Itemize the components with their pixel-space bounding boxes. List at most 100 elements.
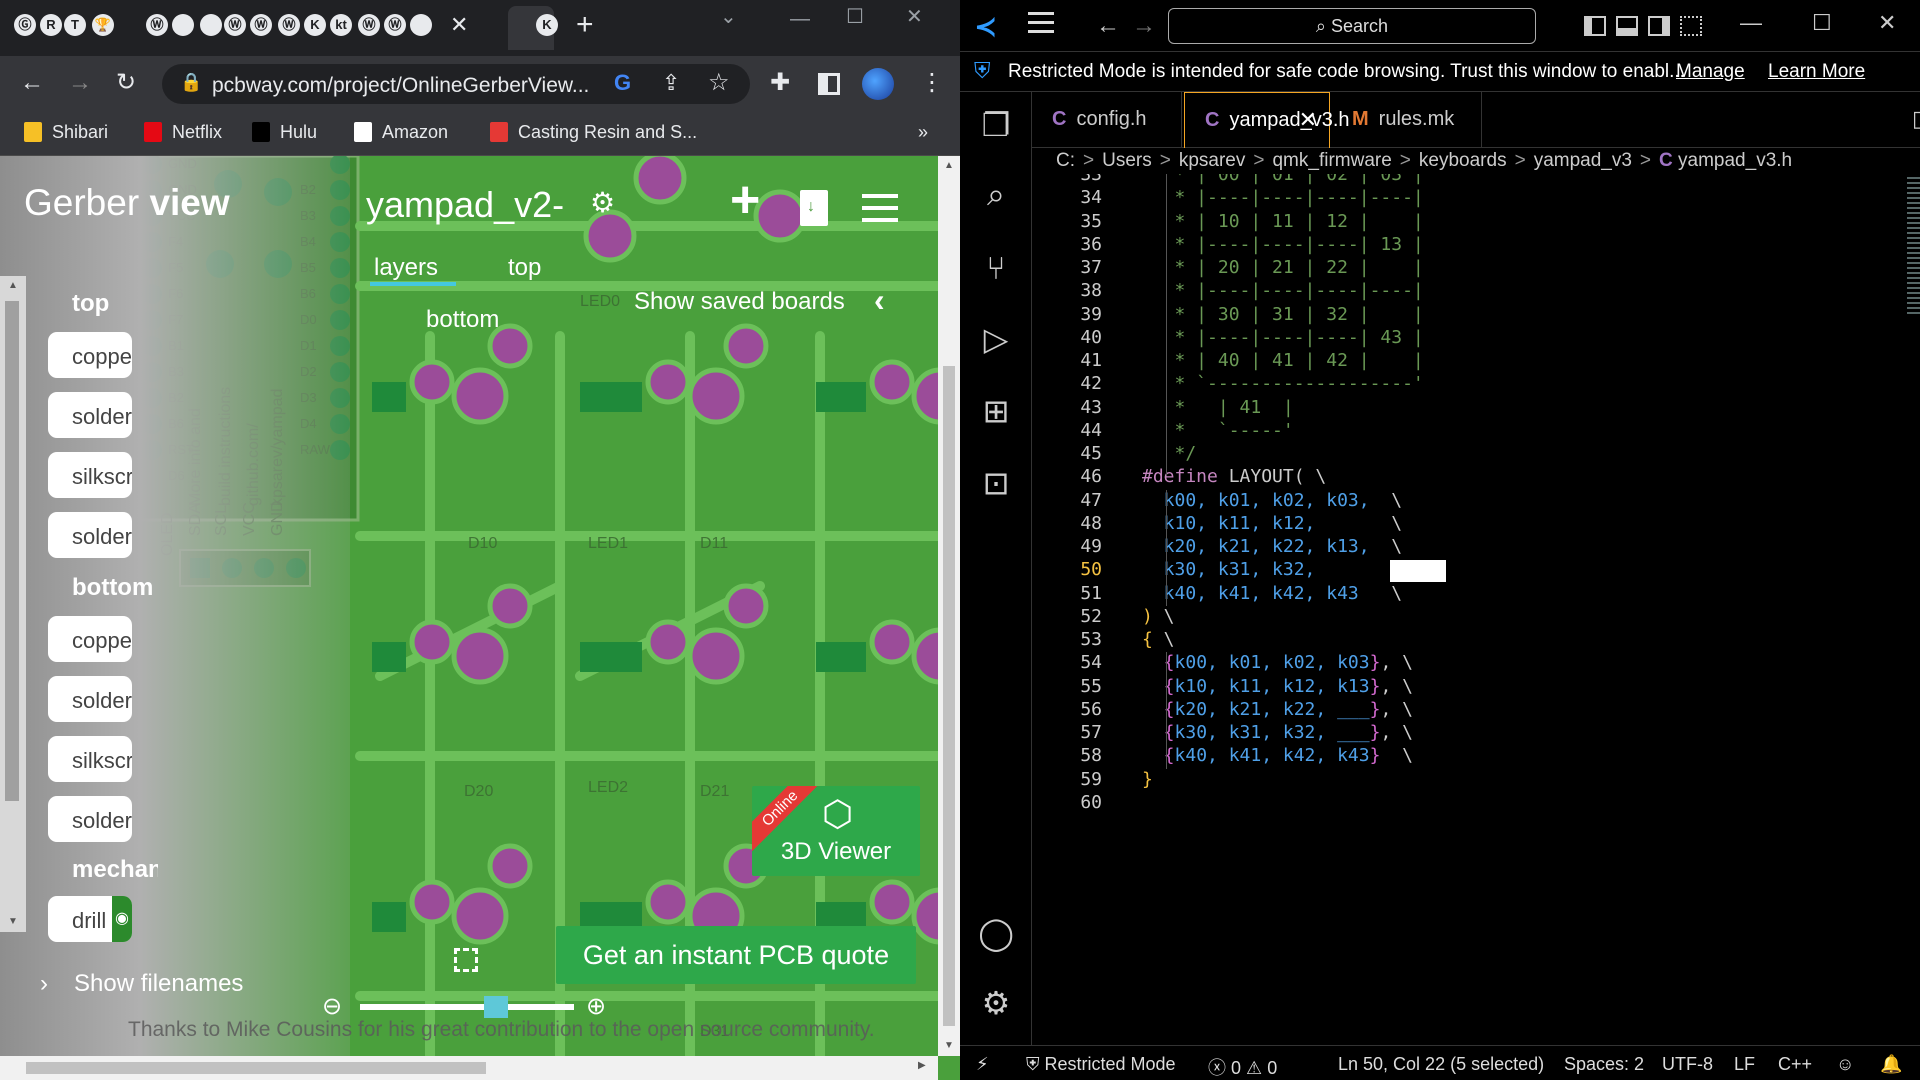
source-control-icon[interactable]: ⑂ xyxy=(978,250,1014,287)
cursor-position-status[interactable]: Ln 50, Col 22 (5 selected) xyxy=(1338,1054,1544,1075)
scroll-down-icon[interactable]: ▼ xyxy=(944,1040,954,1051)
zoom-out-icon[interactable]: ⊖ xyxy=(322,992,342,1021)
bookmark-item[interactable]: Casting Resin and S... xyxy=(490,122,697,143)
explorer-icon[interactable]: ❐ xyxy=(978,106,1014,144)
code-editor[interactable]: 33 34 35 36 37 38 39 40 41 42 43 44 45 46 47 48 49 50 51 52… xyxy=(1032,174,1920,1045)
browser-tab[interactable]: Ⓖ xyxy=(14,14,36,36)
address-bar[interactable]: 🔒 pcbway.com/project/OnlineGerberView...… xyxy=(162,64,750,104)
feedback-icon[interactable]: ☺ xyxy=(1836,1054,1854,1075)
lock-icon[interactable]: 🔒 xyxy=(180,72,202,93)
code-line[interactable]: * |----|----|----| 43 | xyxy=(1142,327,1424,348)
code-line[interactable]: {k20, k21, k22, ___}, \ xyxy=(1142,699,1413,720)
url-text[interactable]: pcbway.com/project/OnlineGerberView... xyxy=(212,74,589,98)
zoom-in-icon[interactable]: ⊕ xyxy=(586,992,606,1021)
browser-tab[interactable]: R xyxy=(40,14,62,36)
minimize-icon[interactable]: — xyxy=(790,8,810,31)
layer-button-bottom[interactable]: soldermask xyxy=(48,676,132,722)
indentation-status[interactable]: Spaces: 2 xyxy=(1564,1054,1644,1075)
go-back-icon[interactable]: ← xyxy=(1096,12,1120,40)
remote-indicator-icon[interactable]: ⚡ xyxy=(976,1054,989,1075)
browser-tab[interactable]: Ⓦ xyxy=(384,14,406,36)
scroll-right-icon[interactable]: ▶ xyxy=(918,1060,926,1071)
tab-bottom[interactable]: bottom xyxy=(426,306,499,334)
account-icon[interactable]: ◯ xyxy=(978,914,1014,952)
forward-arrow-icon[interactable]: → xyxy=(68,68,92,98)
side-panel-icon[interactable] xyxy=(818,73,840,95)
split-editor-icon[interactable]: ◫ xyxy=(1912,106,1920,132)
language-mode-status[interactable]: C++ xyxy=(1778,1054,1812,1075)
scroll-up-icon[interactable]: ▲ xyxy=(944,160,954,171)
hamburger-menu-icon[interactable] xyxy=(1028,12,1054,39)
code-line[interactable]: * | 30 | 31 | 32 | | xyxy=(1142,304,1424,325)
code-line[interactable]: * | 41 | xyxy=(1142,397,1294,418)
reload-icon[interactable]: ↻ xyxy=(116,68,136,98)
layer-button-top[interactable]: silkscreen xyxy=(48,452,132,498)
zoom-slider[interactable] xyxy=(360,1004,574,1010)
close-window-icon[interactable]: ✕ xyxy=(1878,10,1896,36)
browser-tab[interactable]: 🏆 xyxy=(92,14,114,36)
editor-tab[interactable]: Cconfig.h xyxy=(1032,92,1182,148)
search-icon[interactable]: ⌕ xyxy=(978,176,1014,214)
encoding-status[interactable]: UTF-8 xyxy=(1662,1054,1713,1075)
code-line[interactable]: {k40, k41, k42, k43} \ xyxy=(1142,745,1413,766)
code-line[interactable]: ) \ xyxy=(1142,606,1175,627)
breadcrumb-item[interactable]: yampad_v3.h xyxy=(1678,150,1792,171)
breadcrumb-item[interactable]: qmk_firmware xyxy=(1272,150,1391,171)
fullscreen-icon[interactable] xyxy=(454,948,478,972)
notifications-bell-icon[interactable]: 🔔 xyxy=(1880,1054,1902,1075)
show-filenames-toggle[interactable]: › Show filenames xyxy=(40,970,243,998)
close-tab-icon[interactable]: ✕ xyxy=(450,12,468,38)
google-lens-icon[interactable]: G xyxy=(614,70,631,96)
code-line[interactable]: #define LAYOUT( \ xyxy=(1142,466,1326,487)
bookmark-item[interactable]: Amazon xyxy=(354,122,448,143)
page-vertical-scrollbar[interactable]: ▲ ▼ xyxy=(938,156,960,1056)
layer-button-drill[interactable]: drill ◉ xyxy=(48,896,132,942)
code-line[interactable]: k20, k21, k22, k13, \ xyxy=(1142,536,1402,557)
extensions-icon[interactable]: ⊞ xyxy=(978,392,1014,430)
code-line[interactable]: k30, k31, k32, \ xyxy=(1142,559,1402,580)
bookmarks-overflow-button[interactable]: » xyxy=(918,122,928,143)
breadcrumb-item[interactable]: keyboards xyxy=(1419,150,1507,171)
browser-tab[interactable]: Ⓦ xyxy=(358,14,380,36)
browser-tab[interactable] xyxy=(200,14,222,36)
breadcrumb-item[interactable]: yampad_v3 xyxy=(1534,150,1632,171)
code-line[interactable]: } xyxy=(1142,769,1153,790)
bookmark-item[interactable]: Netflix xyxy=(144,122,222,143)
manage-link[interactable]: Manage xyxy=(1676,61,1745,83)
browser-menu-icon[interactable]: ⋮ xyxy=(920,68,944,98)
browser-tab[interactable] xyxy=(172,14,194,36)
tab-layers[interactable]: layers xyxy=(374,254,438,282)
layer-button-top[interactable]: copper xyxy=(48,332,132,378)
close-window-icon[interactable]: ✕ xyxy=(906,4,923,29)
browser-tab[interactable]: kt xyxy=(330,14,352,36)
run-debug-icon[interactable]: ▷ xyxy=(978,320,1014,358)
3d-viewer-button[interactable]: Online ⬡ 3D Viewer xyxy=(752,786,920,876)
maximize-icon[interactable]: ☐ xyxy=(846,4,864,29)
maximize-icon[interactable]: ☐ xyxy=(1812,10,1832,36)
code-line[interactable]: k00, k01, k02, k03, \ xyxy=(1142,490,1402,511)
browser-tab[interactable]: Ⓦ xyxy=(224,14,246,36)
browser-tab[interactable]: Ⓦ xyxy=(250,14,272,36)
share-icon[interactable]: ⇪ xyxy=(662,70,680,96)
code-line[interactable]: {k00, k01, k02, k03}, \ xyxy=(1142,652,1413,673)
code-line[interactable]: * | 40 | 41 | 42 | | xyxy=(1142,350,1424,371)
new-tab-button[interactable]: + xyxy=(576,10,594,40)
restricted-mode-status[interactable]: ⛨ Restricted Mode xyxy=(1026,1054,1176,1075)
breadcrumb-item[interactable]: Users xyxy=(1102,150,1152,171)
problems-status[interactable]: ⓧ 0 ⚠ 0 xyxy=(1208,1054,1277,1080)
layer-button-bottom[interactable]: solderpaste xyxy=(48,796,132,842)
page-vertical-scrollbar-thumb[interactable] xyxy=(943,366,955,1026)
browser-tab[interactable]: Ⓦ xyxy=(146,14,168,36)
minimize-icon[interactable]: — xyxy=(1740,10,1762,36)
layer-button-bottom[interactable]: copper xyxy=(48,616,132,662)
toggle-secondary-sidebar-icon[interactable] xyxy=(1648,16,1670,36)
layer-button-top[interactable]: solderpaste xyxy=(48,512,132,558)
layer-button-top[interactable]: soldermask xyxy=(48,392,132,438)
scroll-up-icon[interactable]: ▲ xyxy=(8,280,18,291)
code-line[interactable]: { \ xyxy=(1142,629,1175,650)
editor-tab[interactable]: Cyampad_v3.h ✕ xyxy=(1184,92,1350,148)
code-line[interactable]: {k10, k11, k12, k13}, \ xyxy=(1142,676,1413,697)
code-line[interactable]: * `-------------------' xyxy=(1142,373,1424,394)
eye-toggle-icon[interactable]: ◉ xyxy=(112,896,132,942)
gear-icon[interactable]: ⚙ xyxy=(590,186,615,219)
